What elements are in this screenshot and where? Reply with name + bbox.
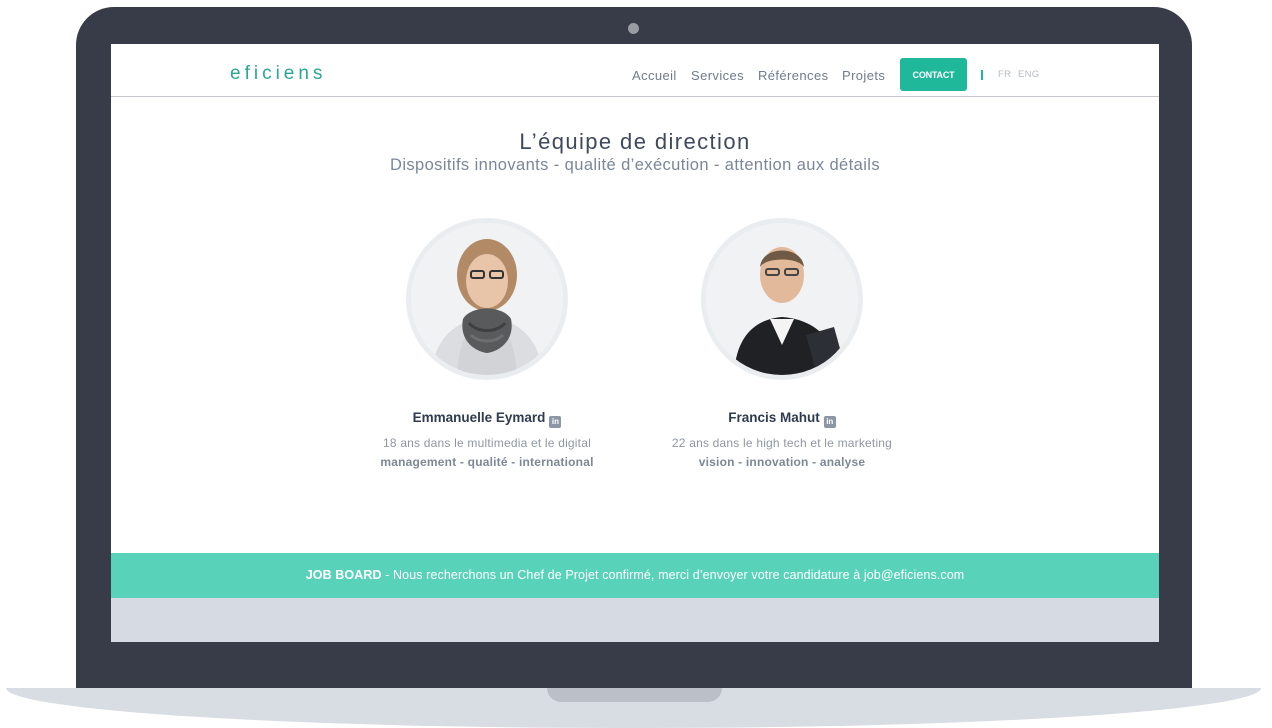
nav-accueil[interactable]: Accueil (632, 68, 677, 83)
avatar (706, 223, 858, 375)
avatar-frame (406, 218, 568, 380)
page-title: L’équipe de direction (519, 129, 751, 154)
team-member-card: Emmanuelle Eymard in 18 ans dans le multi… (347, 218, 627, 469)
job-board-label: JOB BOARD (305, 568, 382, 582)
site-header: eficiens Accueil Services Références Pro… (111, 44, 1159, 97)
page-subtitle: Dispositifs innovants - qualité d’exécut… (390, 156, 880, 174)
browser-viewport: eficiens Accueil Services Références Pro… (111, 44, 1159, 642)
lang-eng[interactable]: ENG (1018, 69, 1040, 80)
member-name: Emmanuelle Eymard (412, 410, 546, 425)
lang-fr[interactable]: FR (998, 69, 1011, 80)
nav-projets[interactable]: Projets (842, 68, 885, 83)
avatar-frame (701, 218, 863, 380)
footer-band (111, 598, 1159, 642)
camera-icon (628, 23, 639, 34)
job-board-text: - Nous recherchons un Chef de Projet con… (381, 568, 965, 582)
laptop-notch (547, 688, 722, 702)
nav-references[interactable]: Références (758, 68, 828, 83)
avatar (411, 223, 563, 375)
nav-services[interactable]: Services (691, 68, 744, 83)
contact-button[interactable]: CONTACT (900, 58, 967, 91)
logo[interactable]: eficiens (230, 63, 326, 85)
job-board-banner[interactable]: JOB BOARD - Nous recherchons un Chef de … (111, 553, 1159, 598)
linkedin-icon[interactable]: in (823, 416, 836, 428)
member-skills: management - qualité - international (380, 455, 594, 469)
member-name-row: Francis Mahut in (642, 410, 922, 428)
linkedin-icon[interactable]: in (549, 416, 562, 428)
team-member-card: Francis Mahut in 22 ans dans le high tech… (642, 218, 922, 469)
member-name-row: Emmanuelle Eymard in (347, 410, 627, 428)
member-name: Francis Mahut (728, 410, 820, 425)
language-divider (981, 70, 983, 80)
member-description: 22 ans dans le high tech et le marketing (671, 436, 893, 450)
member-description: 18 ans dans le multimedia et le digital (383, 436, 591, 450)
member-skills: vision - innovation - analyse (698, 455, 866, 469)
